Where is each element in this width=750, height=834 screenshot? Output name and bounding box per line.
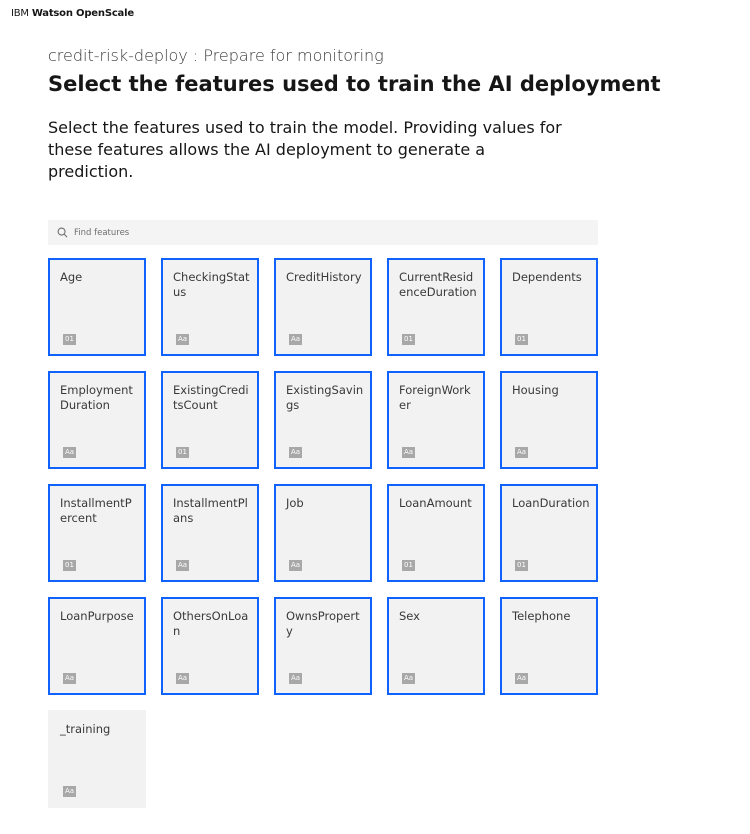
feature-label: OwnsProperty [286,609,360,638]
text-type-icon: Aa [289,334,302,345]
feature-label: LoanDuration [512,496,590,510]
feature-label: Telephone [512,609,571,623]
feature-tile[interactable]: CreditHistory Aa [274,258,372,356]
feature-tile[interactable]: InstallmentPercent 01 [48,484,146,582]
text-type-icon: Aa [289,447,302,458]
feature-label: Age [60,270,83,284]
page-description: Select the features used to train the mo… [48,118,562,181]
feature-label: CurrentResidenceDuration [399,270,477,299]
feature-label: Sex [399,609,420,623]
text-type-icon: Aa [402,673,415,684]
feature-tile[interactable]: LoanDuration 01 [500,484,598,582]
feature-label: LoanAmount [399,496,472,510]
brand-product: Watson OpenScale [31,8,134,19]
feature-tile[interactable]: Age 01 [48,258,146,356]
feature-tile[interactable]: EmploymentDuration Aa [48,371,146,469]
feature-tile[interactable]: Job Aa [274,484,372,582]
feature-tile[interactable]: LoanPurpose Aa [48,597,146,695]
feature-tile[interactable]: InstallmentPlans Aa [161,484,259,582]
feature-label: LoanPurpose [60,609,134,623]
feature-tile[interactable]: OthersOnLoan Aa [161,597,259,695]
numeric-type-icon: 01 [63,334,76,345]
feature-tile[interactable]: CurrentResidenceDuration 01 [387,258,485,356]
feature-tile[interactable]: ForeignWorker Aa [387,371,485,469]
text-type-icon: Aa [289,560,302,571]
feature-tile[interactable]: ExistingSavings Aa [274,371,372,469]
search-input[interactable] [74,222,554,243]
feature-tile[interactable]: Housing Aa [500,371,598,469]
feature-tile[interactable]: CheckingStatus Aa [161,258,259,356]
feature-tile[interactable]: ExistingCreditsCount 01 [161,371,259,469]
text-type-icon: Aa [63,447,76,458]
feature-label: InstallmentPlans [173,496,248,525]
feature-label: InstallmentPercent [60,496,132,525]
numeric-type-icon: 01 [176,447,189,458]
feature-label: EmploymentDuration [60,383,133,412]
feature-label: Dependents [512,270,582,284]
feature-label: OthersOnLoan [173,609,249,638]
text-type-icon: Aa [515,673,528,684]
page-subtitle: credit-risk-deploy : Prepare for monitor… [48,46,384,65]
feature-tile[interactable]: Telephone Aa [500,597,598,695]
text-type-icon: Aa [63,786,76,797]
feature-label: ExistingSavings [286,383,364,412]
feature-label: Housing [512,383,559,397]
feature-tile[interactable]: Sex Aa [387,597,485,695]
page-title: Select the features used to train the AI… [48,72,661,96]
feature-label: CheckingStatus [173,270,250,299]
text-type-icon: Aa [176,560,189,571]
feature-label: ForeignWorker [399,383,471,412]
text-type-icon: Aa [63,673,76,684]
feature-label: ExistingCreditsCount [173,383,249,412]
numeric-type-icon: 01 [402,560,415,571]
text-type-icon: Aa [289,673,302,684]
brand-prefix: IBM [11,8,29,19]
search-icon [50,227,74,238]
app-brand[interactable]: IBM Watson OpenScale [11,8,134,19]
feature-tile[interactable]: LoanAmount 01 [387,484,485,582]
numeric-type-icon: 01 [402,334,415,345]
numeric-type-icon: 01 [63,560,76,571]
numeric-type-icon: 01 [515,560,528,571]
feature-tile[interactable]: _training Aa [48,710,146,808]
feature-tile[interactable]: OwnsProperty Aa [274,597,372,695]
feature-label: _training [60,722,111,736]
feature-label: Job [286,496,304,510]
feature-label: CreditHistory [286,270,362,284]
text-type-icon: Aa [176,334,189,345]
text-type-icon: Aa [515,447,528,458]
feature-tile[interactable]: Dependents 01 [500,258,598,356]
feature-grid: Age 01 CheckingStatus Aa CreditHistory Aa Curr… [48,258,598,808]
text-type-icon: Aa [176,673,189,684]
numeric-type-icon: 01 [515,334,528,345]
text-type-icon: Aa [402,447,415,458]
feature-search[interactable] [48,220,598,245]
